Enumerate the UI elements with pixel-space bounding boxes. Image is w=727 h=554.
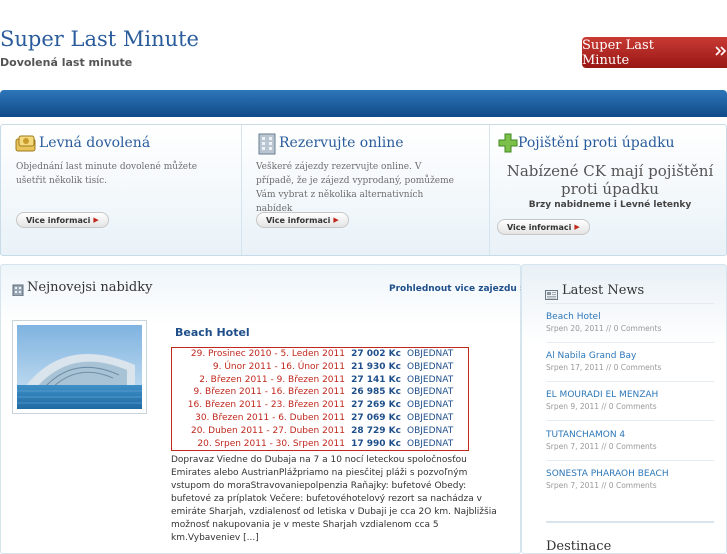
news-item: EL MOURADI EL MENZAH Srpen 9, 2011 // 0 … — [546, 390, 658, 411]
offer-price: 27 069 Kc — [351, 412, 401, 423]
news-item: SONESTA PHARAOH BEACH Srpen 7, 2011 // 0… — [546, 469, 669, 490]
news-item: Beach Hotel Srpen 20, 2011 // 0 Comments — [546, 312, 661, 333]
play-arrow-icon: ▶ — [333, 216, 339, 224]
money-icon — [15, 133, 36, 153]
news-meta: Srpen 7, 2011 // 0 Comments — [546, 442, 657, 451]
order-link[interactable]: OBJEDNAT — [404, 348, 469, 361]
order-link[interactable]: OBJEDNAT — [404, 386, 469, 399]
feature-text: Veškeré zájezdy rezervujte online. V pří… — [256, 162, 454, 214]
offer-row: 9. Březen 2011 - 16. Březen 2011 26 985 K… — [172, 386, 469, 399]
more-info-button[interactable]: Vice informaci ▶ — [16, 212, 109, 228]
see-more-trips-link[interactable]: Prohlednout vice zajezdu » — [389, 284, 526, 294]
feature-title[interactable]: Rezervujte online — [279, 135, 404, 151]
offer-row: 20. Duben 2011 - 27. Duben 2011 28 729 Kc… — [172, 425, 469, 438]
offer-row: 16. Březen 2011 - 23. Březen 2011 27 269 … — [172, 399, 469, 412]
offer-row: 29. Prosinec 2010 - 5. Leden 2011 27 002 … — [172, 348, 469, 361]
news-meta: Srpen 17, 2011 // 0 Comments — [546, 363, 662, 372]
order-link[interactable]: OBJEDNAT — [404, 374, 469, 387]
site-title[interactable]: Super Last Minute — [0, 27, 199, 51]
hotel-image[interactable] — [12, 320, 147, 414]
divider — [546, 521, 714, 523]
news-icon — [545, 285, 558, 304]
offer-dates: 20. Srpen 2011 - 30. Srpen 2011 — [197, 438, 345, 449]
offer-row: 9. Únor 2011 - 16. Únor 2011 21 930 Kc OBJ… — [172, 361, 469, 374]
building-icon — [12, 281, 24, 300]
feature-subtext: Brzy nabidneme i Levné letenky — [528, 200, 692, 210]
more-info-label: Vice informaci — [266, 215, 331, 225]
feature-headline: Nabízené CK mají pojištění proti úpadku — [506, 162, 714, 198]
offer-price: 21 930 Kc — [351, 361, 401, 372]
navigation-bar — [0, 90, 727, 117]
offer-price: 27 269 Kc — [351, 400, 401, 411]
offer-dates: 29. Prosinec 2010 - 5. Leden 2011 — [190, 349, 345, 359]
feature-pojisteni: Pojištění proti úpadku Nabízené CK mají … — [489, 125, 727, 255]
offer-dates: 9. Únor 2011 - 16. Únor 2011 — [212, 361, 345, 372]
latest-offers-title: Nejnovejsi nabidky — [27, 280, 153, 295]
more-info-button[interactable]: Vice informaci ▶ — [497, 219, 590, 235]
offer-price: 28 729 Kc — [351, 425, 401, 436]
plus-icon — [498, 133, 518, 153]
hotel-description: Dopravaz Viedne do Dubaja na 7 a 10 nocí… — [171, 455, 497, 543]
top-button-label: Super Last Minute — [582, 37, 654, 68]
offer-price: 27 002 Kc — [351, 349, 401, 359]
site-tagline: Dovolená last minute — [0, 56, 133, 69]
divider — [546, 303, 714, 304]
order-link[interactable]: OBJEDNAT — [404, 425, 469, 438]
news-meta: Srpen 9, 2011 // 0 Comments — [546, 402, 657, 411]
play-arrow-icon: ▶ — [574, 223, 580, 231]
feature-rezervujte-online: Rezervujte online Veškeré zájezdy rezerv… — [241, 125, 489, 255]
sidebar-panel: Latest News Beach Hotel Srpen 20, 2011 /… — [521, 264, 727, 554]
offer-price: 17 990 Kc — [351, 438, 401, 449]
news-title-link[interactable]: Beach Hotel — [546, 312, 661, 322]
offers-table: 29. Prosinec 2010 - 5. Leden 2011 27 002 … — [171, 347, 469, 452]
destinations-title: Destinace — [546, 539, 612, 554]
play-arrow-icon: ▶ — [93, 216, 99, 224]
hotel-title-link[interactable]: Beach Hotel — [175, 326, 250, 339]
news-title-link[interactable]: EL MOURADI EL MENZAH — [546, 390, 658, 400]
order-link[interactable]: OBJEDNAT — [404, 399, 469, 412]
super-last-minute-button[interactable]: Super Last Minute — [582, 37, 727, 68]
feature-title[interactable]: Levná dovolená — [39, 135, 150, 151]
offer-price: 27 141 Kc — [351, 374, 401, 385]
feature-levna-dovolena: Levná dovolená Objednání last minute dov… — [1, 125, 241, 255]
news-title-link[interactable]: Al Nabila Grand Bay — [546, 351, 661, 361]
offer-row: 30. Březen 2011 - 6. Duben 2011 27 069 Kc… — [172, 412, 469, 425]
divider — [546, 342, 714, 343]
order-link[interactable]: OBJEDNAT — [404, 438, 469, 451]
more-info-label: Vice informaci — [507, 222, 572, 232]
double-chevron-right-icon — [715, 45, 727, 60]
news-title-link[interactable]: TUTANCHAMON 4 — [546, 430, 657, 440]
offer-dates: 9. Březen 2011 - 16. Březen 2011 — [193, 387, 345, 398]
news-item: TUTANCHAMON 4 Srpen 7, 2011 // 0 Comment… — [546, 430, 657, 451]
feature-panel: Levná dovolená Objednání last minute dov… — [0, 124, 727, 256]
divider — [546, 420, 714, 421]
offer-price: 26 985 Kc — [351, 387, 401, 398]
news-meta: Srpen 20, 2011 // 0 Comments — [546, 324, 662, 333]
news-meta: Srpen 7, 2011 // 0 Comments — [546, 481, 657, 490]
building-icon — [257, 133, 277, 155]
order-link[interactable]: OBJEDNAT — [404, 361, 469, 374]
divider — [546, 381, 714, 382]
order-link[interactable]: OBJEDNAT — [404, 412, 469, 425]
feature-text: Objednání last minute dovolené můžete uš… — [16, 162, 198, 186]
more-info-label: Vice informaci — [26, 215, 91, 225]
divider — [546, 460, 714, 461]
offer-row: 2. Březen 2011 - 9. Březen 2011 27 141 Kc… — [172, 374, 469, 387]
offer-dates: 30. Březen 2011 - 6. Duben 2011 — [195, 412, 345, 423]
offer-row: 20. Srpen 2011 - 30. Srpen 2011 17 990 Kc… — [172, 438, 469, 451]
more-info-button[interactable]: Vice informaci ▶ — [256, 212, 349, 228]
latest-news-title: Latest News — [562, 283, 645, 298]
news-title-link[interactable]: SONESTA PHARAOH BEACH — [546, 469, 669, 479]
offer-dates: 2. Březen 2011 - 9. Březen 2011 — [199, 374, 345, 385]
offer-dates: 16. Březen 2011 - 23. Březen 2011 — [187, 400, 345, 411]
offer-dates: 20. Duben 2011 - 27. Duben 2011 — [190, 425, 345, 436]
news-item: Al Nabila Grand Bay Srpen 17, 2011 // 0 … — [546, 351, 661, 372]
feature-title[interactable]: Pojištění proti úpadku — [518, 135, 675, 151]
